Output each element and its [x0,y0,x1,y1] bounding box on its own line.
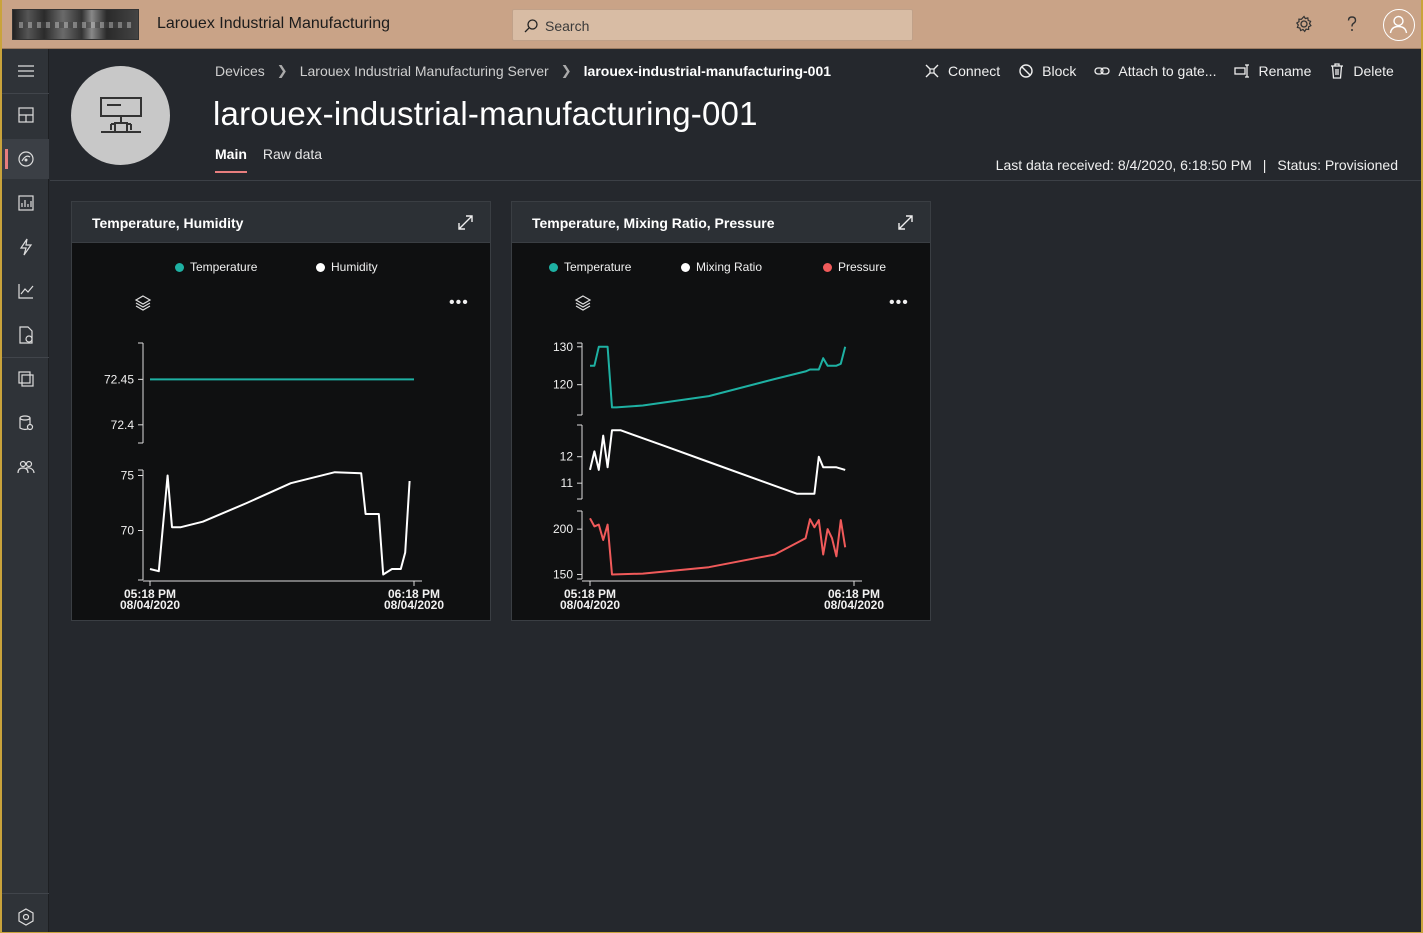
settings-gear-icon[interactable] [1294,14,1314,34]
status-badge: Status: Provisioned [1277,157,1398,173]
block-icon [1019,64,1033,78]
breadcrumb-device-template[interactable]: Larouex Industrial Manufacturing Server [300,63,549,79]
settings-icon[interactable] [2,897,49,933]
y-tick-label: 130 [553,340,573,354]
last-data-received: Last data received: 8/4/2020, 6:18:50 PM [995,157,1252,173]
block-button[interactable]: Block [1018,62,1076,80]
y-tick-label: 120 [553,378,573,392]
breadcrumb: Devices ❯ Larouex Industrial Manufacturi… [215,63,831,79]
y-tick-label: 12 [560,450,574,464]
chevron-right-icon: ❯ [560,63,572,78]
delete-button[interactable]: Delete [1329,62,1394,80]
tab-raw-data[interactable]: Raw data [263,146,322,173]
administration-icon[interactable] [2,447,49,487]
chart-icon[interactable] [2,271,49,311]
help-icon[interactable] [1342,14,1362,34]
device-server-icon [99,96,142,133]
top-bar: Larouex Industrial Manufacturing [2,0,1421,49]
x-tick-label: 08/04/2020 [384,598,444,612]
search-input[interactable] [545,16,885,36]
tile-temperature-humidity: Temperature, Humidity Temperature Humidi… [71,201,491,621]
left-navigation [2,49,49,932]
search-icon [524,19,538,33]
tile-title: Temperature, Mixing Ratio, Pressure [532,215,775,231]
device-avatar [71,66,170,165]
tab-main[interactable]: Main [215,146,247,173]
breadcrumb-current-device: larouex-industrial-manufacturing-001 [583,63,832,79]
series-line-temperature [590,345,847,409]
series-line-mixing-ratio [589,429,846,495]
tile-title: Temperature, Humidity [92,215,244,231]
attach-to-gateway-button[interactable]: Attach to gate... [1094,62,1216,80]
y-tick-label: 150 [553,567,573,581]
jobs-icon[interactable] [2,315,49,355]
tile-temperature-mixing-ratio-pressure: Temperature, Mixing Ratio, Pressure Temp… [511,201,931,621]
app-title[interactable]: Larouex Industrial Manufacturing [157,15,390,33]
y-tick-label: 70 [121,524,135,538]
series-line-humidity [149,471,411,576]
rename-button[interactable]: Rename [1234,62,1311,80]
device-templates-icon[interactable] [2,359,49,399]
command-bar: Connect Block Attach to gate... Rename D… [924,62,1412,80]
trash-icon [1331,63,1344,79]
y-tick-label: 11 [561,476,574,490]
chevron-right-icon: ❯ [276,63,288,78]
person-icon [1389,15,1408,34]
x-tick-label: 08/04/2020 [560,598,620,612]
tab-bar: Main Raw data [215,146,338,173]
y-tick-label: 75 [121,469,135,483]
connect-button[interactable]: Connect [924,62,1000,80]
y-tick-label: 200 [553,522,573,536]
y-tick-label: 72.4 [111,418,135,432]
x-tick-label: 08/04/2020 [824,598,884,612]
devices-icon[interactable] [2,139,49,179]
page-title: larouex-industrial-manufacturing-001 [213,95,758,132]
expand-icon[interactable] [457,214,474,231]
menu-icon[interactable] [2,51,49,91]
connect-icon [925,64,939,78]
data-export-icon[interactable] [2,403,49,443]
chart-temperature-humidity: 72.4572.4757005:18 PM08/04/202006:18 PM0… [104,342,444,612]
y-tick-label: 72.45 [104,372,134,386]
rename-icon [1234,64,1250,78]
breadcrumb-devices[interactable]: Devices [215,63,265,79]
expand-icon[interactable] [897,214,914,231]
analytics-icon[interactable] [2,183,49,223]
status-line: Last data received: 8/4/2020, 6:18:50 PM… [995,157,1398,173]
company-logo[interactable] [12,9,139,40]
dashboard-icon[interactable] [2,95,49,135]
link-icon [1094,67,1111,75]
user-avatar[interactable] [1383,9,1415,41]
series-line-pressure [589,517,847,576]
search-box[interactable] [512,9,913,41]
chart-temperature-mixing-ratio-pressure: 130120121120015005:18 PM08/04/202006:18 … [553,340,884,612]
x-tick-label: 08/04/2020 [120,598,180,612]
rules-icon[interactable] [2,227,49,267]
